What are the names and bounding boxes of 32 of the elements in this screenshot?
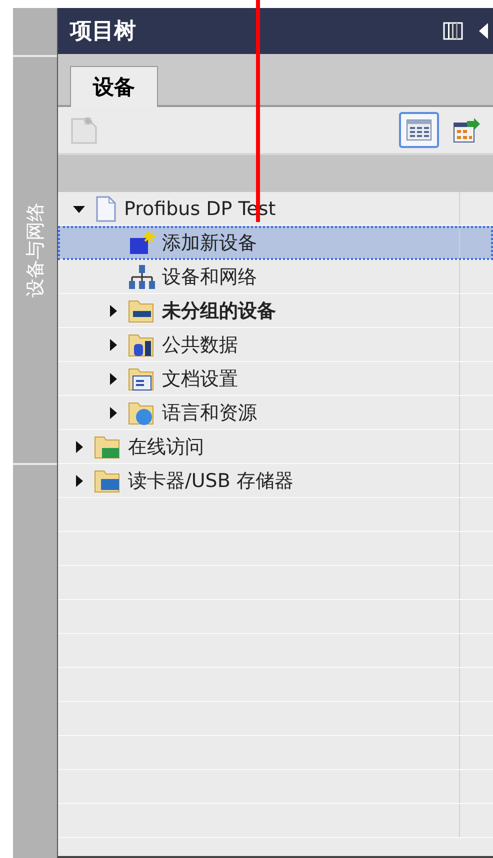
item-label: 添加新设备 (162, 230, 257, 256)
new-device-icon (128, 230, 156, 256)
collapse-icon[interactable] (477, 21, 489, 41)
tree-item[interactable]: 设备和网络 (58, 260, 493, 294)
tree-item[interactable]: 在线访问 (58, 430, 493, 464)
item-label: 文档设置 (162, 366, 238, 392)
columns-icon[interactable] (443, 21, 465, 41)
document-icon (94, 196, 118, 222)
folder-icon (94, 468, 122, 494)
tree-item[interactable]: 添加新设备 (58, 226, 493, 260)
table-view-icon (406, 119, 432, 141)
folder-icon (128, 298, 156, 324)
item-label: 在线访问 (128, 434, 204, 460)
table-export-icon (453, 117, 481, 143)
folder-icon (94, 434, 122, 460)
network-icon (128, 264, 156, 290)
detail-view-button[interactable] (399, 112, 439, 148)
item-label: 公共数据 (162, 332, 238, 358)
panel-title: 项目树 (70, 18, 137, 46)
tree-item[interactable]: 文档设置 (58, 362, 493, 396)
item-label: 语言和资源 (162, 400, 257, 426)
tree-item[interactable]: 公共数据 (58, 328, 493, 362)
tree-item[interactable]: 读卡器/USB 存储器 (58, 464, 493, 498)
item-label: 读卡器/USB 存储器 (128, 468, 294, 494)
item-label: 设备和网络 (162, 264, 257, 290)
folder-icon (128, 366, 156, 392)
globe-folder-icon (128, 400, 156, 426)
tab[interactable]: 设备 (70, 66, 158, 107)
tree-item[interactable]: 未分组的设备 (58, 294, 493, 328)
tree-item[interactable]: 语言和资源 (58, 396, 493, 430)
folder-icon (128, 332, 156, 358)
item-label: 未分组的设备 (162, 298, 276, 324)
